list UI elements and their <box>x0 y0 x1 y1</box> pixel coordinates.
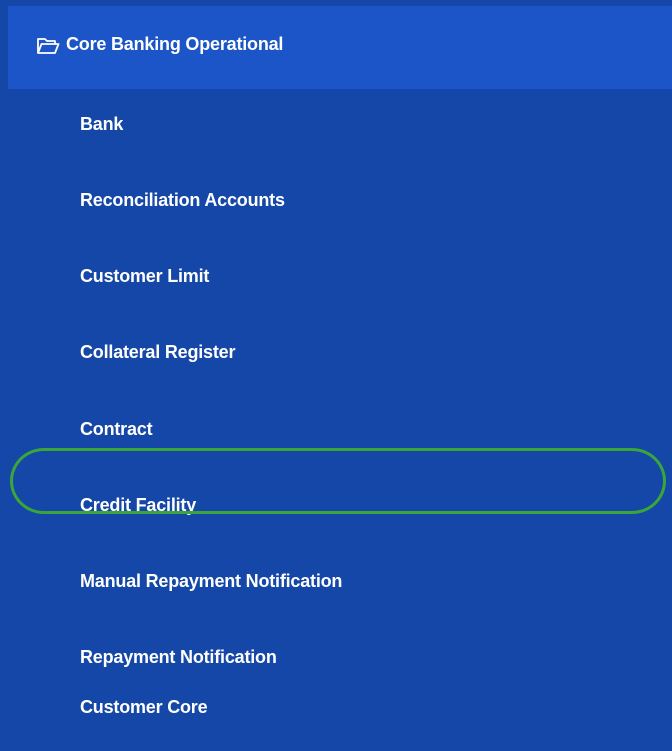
sidebar-item-bank[interactable]: Bank <box>8 96 672 156</box>
sidebar-item-label: Repayment Notification <box>80 647 277 667</box>
sidebar-item-label: Manual Repayment Notification <box>80 571 343 591</box>
folder-open-icon <box>36 36 60 56</box>
sidebar-item-contract[interactable]: Contract <box>8 401 672 461</box>
sidebar-item-manual-repayment-notification[interactable]: Manual Repayment Notification <box>8 553 672 613</box>
sidebar-menu: Core Banking Operational Bank Reconcilia… <box>0 0 672 751</box>
sidebar-item-customer-core[interactable]: Customer Core <box>8 679 672 739</box>
menu-group-core-banking-operational[interactable]: Core Banking Operational <box>8 6 672 89</box>
sidebar-item-label: Reconciliation Accounts <box>80 190 285 210</box>
sidebar-item-label: Collateral Register <box>80 342 236 362</box>
sidebar-item-label: Contract <box>80 419 153 439</box>
sidebar-item-label: Customer Core <box>80 697 208 717</box>
screenshot-frame: Core Banking Operational Bank Reconcilia… <box>0 0 672 751</box>
sidebar-item-collateral-register[interactable]: Collateral Register <box>8 324 672 384</box>
sidebar-item-label: Credit Facility <box>80 495 197 515</box>
sidebar-item-label: Customer Limit <box>80 266 210 286</box>
sidebar-item-reconciliation-accounts[interactable]: Reconciliation Accounts <box>8 172 672 232</box>
sidebar-item-credit-facility[interactable]: Credit Facility <box>8 477 672 537</box>
sidebar-item-customer-limit[interactable]: Customer Limit <box>8 248 672 308</box>
menu-group-title: Core Banking Operational <box>66 34 284 54</box>
sidebar-item-label: Bank <box>80 114 124 134</box>
